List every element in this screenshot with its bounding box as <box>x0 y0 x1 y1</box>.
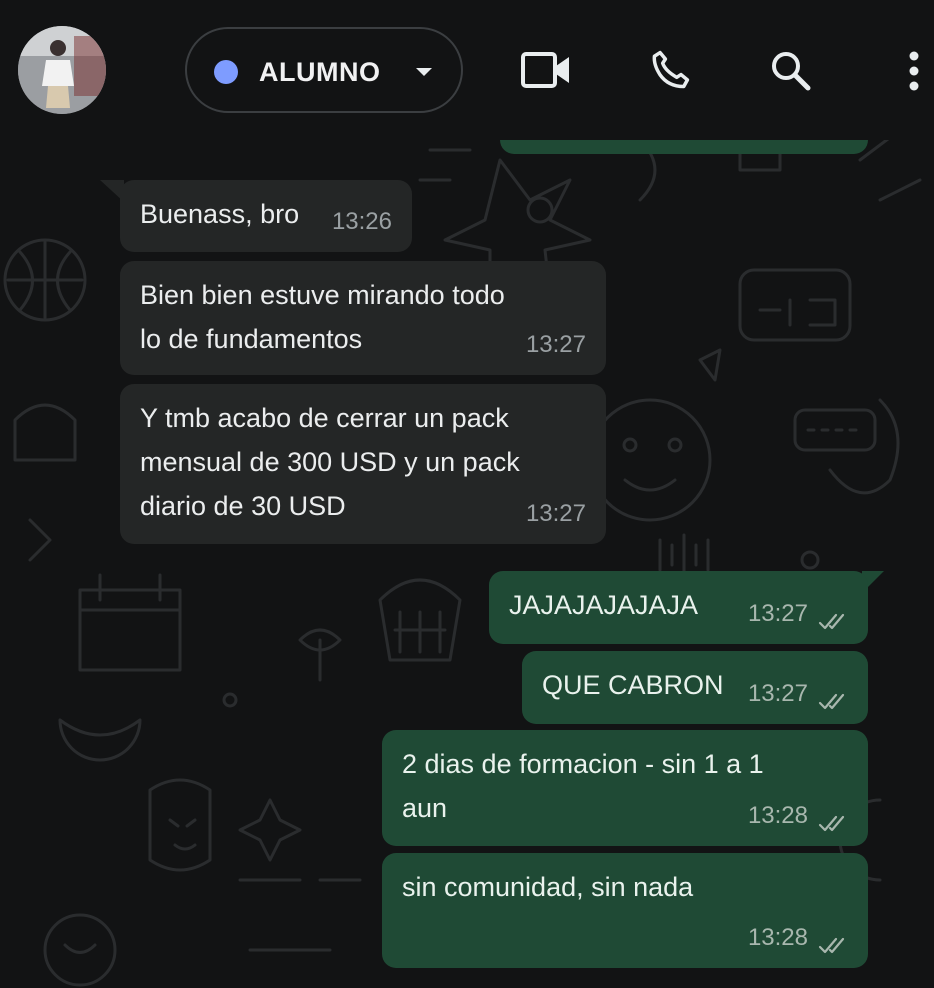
message-time: 13:28 <box>747 924 808 951</box>
avatar-image <box>18 26 106 114</box>
message-time: 13:28 <box>747 802 808 829</box>
message-time: 13:27 <box>525 331 586 358</box>
message-bubble-incoming[interactable]: Bien bien estuve mirando todo lo de fund… <box>120 261 606 375</box>
message-time: 13:27 <box>525 500 586 527</box>
message-text: Bien bien estuve mirando todo lo de fund… <box>140 280 505 354</box>
avatar[interactable] <box>18 26 106 114</box>
video-call-icon[interactable] <box>520 50 572 90</box>
message-text: sin comunidad, sin nada <box>402 872 694 902</box>
message-bubble-outgoing[interactable]: QUE CABRON 13:27 <box>522 651 868 724</box>
chat-header: ALUMNO <box>0 0 934 140</box>
read-ticks-icon <box>818 693 845 710</box>
contact-name: ALUMNO <box>259 57 381 87</box>
status-dot <box>214 60 238 84</box>
message-time: 13:27 <box>747 680 808 707</box>
voice-call-icon[interactable] <box>648 48 692 92</box>
search-icon[interactable] <box>770 50 812 92</box>
read-ticks-icon <box>818 815 845 832</box>
message-bubble-incoming[interactable]: Buenass, bro 13:26 <box>120 180 412 252</box>
message-bubble-outgoing[interactable]: sin comunidad, sin nada 13:28 <box>382 853 868 968</box>
message-bubble-outgoing[interactable]: JAJAJAJAJAJA 13:27 <box>489 571 868 644</box>
message-text: Y tmb acabo de cerrar un pack mensual de… <box>140 403 520 521</box>
read-ticks-icon <box>818 613 845 630</box>
more-options-icon[interactable] <box>906 50 922 92</box>
message-time: 13:26 <box>331 208 392 235</box>
contact-selector[interactable]: ALUMNO <box>185 27 463 113</box>
chevron-down-icon <box>416 68 432 76</box>
message-bubble-incoming[interactable]: Y tmb acabo de cerrar un pack mensual de… <box>120 384 606 544</box>
message-bubble-outgoing[interactable]: 2 dias de formacion - sin 1 a 1 aun 13:2… <box>382 730 868 846</box>
message-time: 13:27 <box>747 600 808 627</box>
read-ticks-icon <box>818 937 845 954</box>
